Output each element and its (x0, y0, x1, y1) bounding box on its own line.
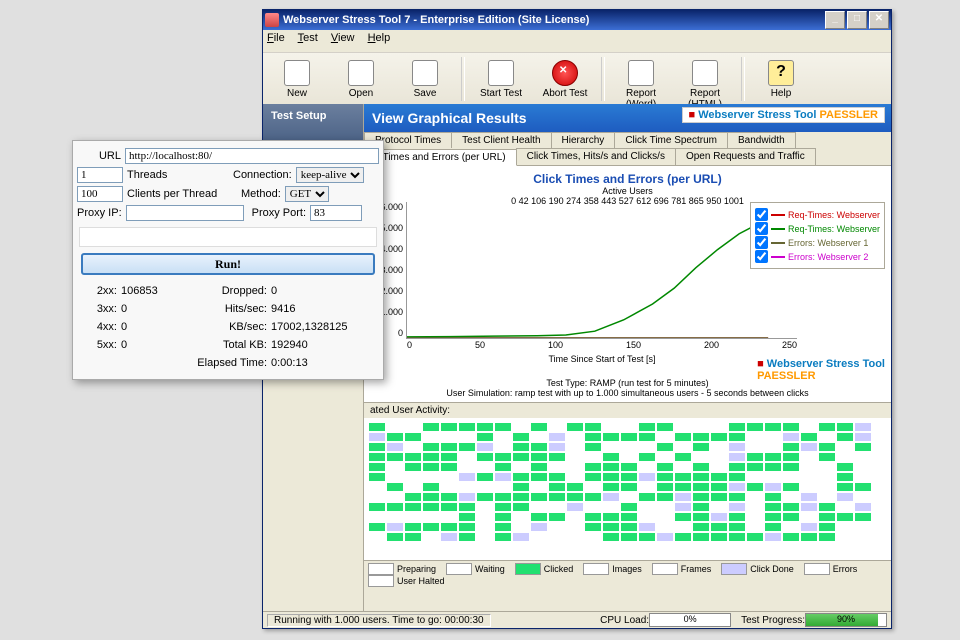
tab-bandwidth[interactable]: Bandwidth (727, 132, 796, 148)
report-html-button[interactable]: Report (HTML) (673, 55, 737, 109)
tab-k-times-and-errors-per-url-[interactable]: k Times and Errors (per URL) (364, 149, 517, 166)
save-button[interactable]: Save (393, 55, 457, 109)
tab-click-time-spectrum[interactable]: Click Time Spectrum (614, 132, 728, 148)
doc-icon (628, 60, 654, 86)
chart-legend: Req-Times: WebserverReq-Times: Webserver… (750, 202, 885, 269)
doc-icon (692, 60, 718, 86)
report-word-button[interactable]: Report (Word) (609, 55, 673, 109)
legend-toggle[interactable] (755, 208, 768, 221)
proxy-port-input[interactable] (310, 205, 362, 221)
tab-click-times-hits-s-and-clicks-s[interactable]: Click Times, Hits/s and Clicks/s (516, 148, 676, 165)
activity-grid (364, 418, 891, 561)
tab-hierarchy[interactable]: Hierarchy (551, 132, 616, 148)
menu-test[interactable]: Test (298, 32, 318, 44)
tab-open-requests-and-traffic[interactable]: Open Requests and Traffic (675, 148, 816, 165)
run-button[interactable]: Run! (81, 253, 375, 275)
statusbar: Running with 1.000 users. Time to go: 00… (263, 611, 891, 628)
new-button[interactable]: New (265, 55, 329, 109)
app-icon (265, 13, 279, 27)
proxy-ip-input[interactable] (126, 205, 244, 221)
legend-toggle[interactable] (755, 222, 768, 235)
pane-header: View Graphical Results ■ Webserver Stres… (364, 104, 891, 132)
play-icon (488, 60, 514, 86)
minimize-button[interactable]: _ (825, 11, 845, 29)
test-progress-bar: 90% (805, 613, 887, 627)
open-button[interactable]: Open (329, 55, 393, 109)
chart-title: Click Times and Errors (per URL) (370, 172, 885, 186)
maximize-button[interactable]: □ (847, 11, 867, 29)
menubar: File Test View Help (263, 30, 891, 53)
brand-badge: ■ Webserver Stress Tool PAESSLER (682, 107, 885, 123)
url-input[interactable] (125, 148, 379, 164)
close-button[interactable]: ✕ (869, 11, 889, 29)
chart: Click Times and Errors (per URL) Active … (364, 166, 891, 403)
tab-test-client-health[interactable]: Test Client Health (451, 132, 551, 148)
config-dialog: URL Threads Connection: keep-alive Clien… (72, 140, 384, 380)
sidebar-tab-test-setup[interactable]: Test Setup (263, 104, 363, 145)
tabs: Protocol TimesTest Client HealthHierarch… (364, 132, 891, 166)
activity-header: ated User Activity: (364, 403, 891, 418)
window-title: Webserver Stress Tool 7 - Enterprise Edi… (283, 14, 823, 26)
status-running: Running with 1.000 users. Time to go: 00… (267, 614, 491, 627)
brand-badge: ■ Webserver Stress ToolPAESSLER (757, 358, 885, 382)
activity-legend: PreparingWaitingClickedImagesFramesClick… (364, 561, 891, 589)
open-icon (348, 60, 374, 86)
menu-file[interactable]: File (267, 32, 285, 44)
method-select[interactable]: GET (285, 186, 329, 202)
start-test-button[interactable]: Start Test (469, 55, 533, 109)
connection-select[interactable]: keep-alive (296, 167, 364, 183)
legend-toggle[interactable] (755, 236, 768, 249)
save-icon (412, 60, 438, 86)
abort-icon (552, 60, 578, 86)
menu-help[interactable]: Help (368, 32, 391, 44)
titlebar[interactable]: Webserver Stress Tool 7 - Enterprise Edi… (263, 10, 891, 30)
clients-per-thread-input[interactable] (77, 186, 123, 202)
legend-toggle[interactable] (755, 250, 768, 263)
new-icon (284, 60, 310, 86)
help-icon: ? (768, 60, 794, 86)
cpu-load-bar: 0% (649, 613, 731, 627)
menu-view[interactable]: View (331, 32, 355, 44)
abort-test-button[interactable]: Abort Test (533, 55, 597, 109)
threads-input[interactable] (77, 167, 123, 183)
toolbar: New Open Save Start Test Abort Test Repo… (263, 53, 891, 110)
help-button[interactable]: ?Help (749, 55, 813, 109)
